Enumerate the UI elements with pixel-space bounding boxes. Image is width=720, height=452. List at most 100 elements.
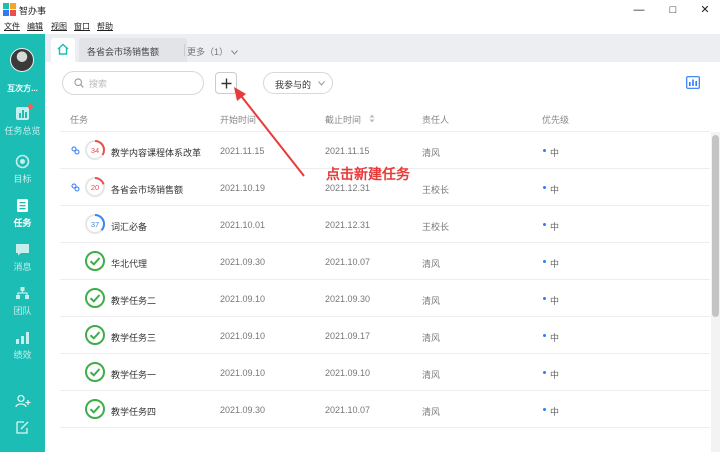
sidebar-item-team[interactable]: 团队 (0, 284, 45, 322)
priority-dot (543, 297, 546, 300)
sidebar-item-task[interactable]: 任务 (0, 196, 45, 234)
tab-home[interactable] (51, 38, 75, 62)
task-name: 教学任务一 (111, 370, 157, 380)
complete-check-icon (85, 288, 105, 308)
notification-badge (28, 104, 33, 109)
progress-value: 34 (91, 146, 99, 155)
table-row[interactable]: 华北代理 2021.09.30 2021.10.07 清风 中 (60, 243, 710, 280)
progress-ring: 34 (85, 140, 105, 160)
target-icon (15, 154, 30, 169)
annotation-arrow (234, 87, 305, 177)
table-row[interactable]: 37 词汇必备 2021.10.01 2021.12.31 王校长 中 (60, 206, 710, 243)
sidebar-item-label: 消息 (13, 262, 32, 272)
column-header-task: 任务 (70, 115, 89, 125)
scrollbar-thumb[interactable] (712, 135, 719, 317)
priority-value: 中 (550, 259, 560, 269)
menu-view[interactable]: 视图 (51, 21, 67, 32)
column-header-end[interactable]: 截止时间 (325, 113, 361, 126)
table-row[interactable]: 教学任务二 2021.09.10 2021.09.30 清风 中 (60, 280, 710, 317)
sidebar-item-performance[interactable]: 绩效 (0, 328, 45, 366)
sidebar: 互次方... 任务总览 目标 任务 消息 团队 绩效 (0, 34, 45, 452)
priority-value: 中 (550, 407, 560, 417)
more-tabs-dropdown[interactable]: 更多（1） (187, 45, 238, 58)
end-date: 2021.12.31 (325, 220, 371, 230)
performance-icon (16, 332, 29, 344)
tab-current-doc[interactable]: 各省会市场销售额 (79, 38, 187, 62)
subtask-link-icon (71, 146, 80, 155)
progress-value: 37 (91, 220, 99, 229)
search-icon (74, 78, 84, 88)
end-date: 2021.10.07 (325, 257, 371, 267)
tab-bar: 各省会市场销售额 更多（1） (45, 34, 720, 62)
start-date: 2021.09.30 (220, 257, 266, 267)
sidebar-item-label: 目标 (13, 174, 32, 184)
owner-name: 清风 (422, 148, 441, 158)
sidebar-item-label: 任务 (13, 218, 32, 228)
owner-name: 清风 (422, 370, 441, 380)
priority-dot (543, 260, 546, 263)
table-row[interactable]: 教学任务三 2021.09.10 2021.09.17 清风 中 (60, 317, 710, 354)
menu-window[interactable]: 窗口 (74, 21, 90, 32)
sort-icon[interactable] (369, 114, 375, 123)
edit-icon[interactable] (15, 420, 30, 435)
chevron-down-icon (230, 50, 238, 55)
user-name[interactable]: 互次方... (0, 83, 45, 94)
subtask-link-icon (71, 183, 80, 192)
sidebar-item-label: 任务总览 (4, 126, 41, 136)
add-member-icon[interactable] (15, 394, 31, 409)
app-title: 智办事 (19, 6, 47, 16)
app-logo-icon (3, 3, 16, 16)
sidebar-item-message[interactable]: 消息 (0, 240, 45, 278)
sidebar-item-label: 团队 (13, 306, 32, 316)
start-date: 2021.09.30 (220, 405, 266, 415)
complete-check-icon (85, 325, 105, 345)
end-date: 2021.10.07 (325, 405, 371, 415)
chevron-down-icon (318, 81, 325, 86)
maximize-icon[interactable]: □ (666, 3, 680, 17)
complete-check-icon (85, 251, 105, 271)
priority-dot (543, 408, 546, 411)
menu-file[interactable]: 文件 (4, 21, 20, 32)
priority-dot (543, 223, 546, 226)
task-icon (17, 199, 28, 212)
start-date: 2021.09.10 (220, 294, 266, 304)
search-box[interactable] (62, 71, 204, 95)
sidebar-item-label: 绩效 (13, 350, 32, 360)
task-name: 教学内容课程体系改革 (111, 148, 202, 158)
avatar[interactable] (10, 48, 34, 72)
toolbar: 我参与的 (45, 62, 720, 104)
owner-name: 王校长 (422, 185, 450, 195)
table-row[interactable]: 教学任务四 2021.09.30 2021.10.07 清风 中 (60, 391, 710, 428)
owner-name: 清风 (422, 333, 441, 343)
minimize-icon[interactable]: — (632, 3, 646, 17)
task-name: 各省会市场销售额 (111, 185, 184, 195)
menu-help[interactable]: 帮助 (97, 21, 113, 32)
search-input[interactable] (89, 76, 189, 91)
priority-value: 中 (550, 333, 560, 343)
priority-value: 中 (550, 185, 560, 195)
complete-check-icon (85, 362, 105, 382)
end-date: 2021.12.31 (325, 183, 371, 193)
progress-ring: 37 (85, 214, 105, 234)
priority-value: 中 (550, 222, 560, 232)
table-row[interactable]: 教学任务一 2021.09.10 2021.09.10 清风 中 (60, 354, 710, 391)
menu-edit[interactable]: 编辑 (27, 21, 43, 32)
complete-check-icon (85, 399, 105, 419)
priority-value: 中 (550, 148, 560, 158)
priority-dot (543, 149, 546, 152)
column-header-priority: 优先级 (542, 115, 570, 125)
column-header-owner: 责任人 (422, 115, 450, 125)
home-icon (57, 43, 69, 55)
sidebar-item-overview[interactable]: 任务总览 (0, 104, 45, 142)
end-date: 2021.09.30 (325, 294, 371, 304)
task-name: 教学任务四 (111, 407, 157, 417)
sidebar-item-target[interactable]: 目标 (0, 152, 45, 190)
priority-dot (543, 371, 546, 374)
more-tabs-label: 更多（1） (187, 47, 229, 57)
annotation-text: 点击新建任务 (326, 166, 410, 182)
close-icon[interactable]: ✕ (698, 3, 712, 17)
table-header: 任务 开始时间 截止时间 责任人 优先级 (60, 104, 710, 132)
chart-view-icon[interactable] (686, 76, 700, 89)
start-date: 2021.10.01 (220, 220, 266, 230)
message-icon (16, 244, 29, 256)
